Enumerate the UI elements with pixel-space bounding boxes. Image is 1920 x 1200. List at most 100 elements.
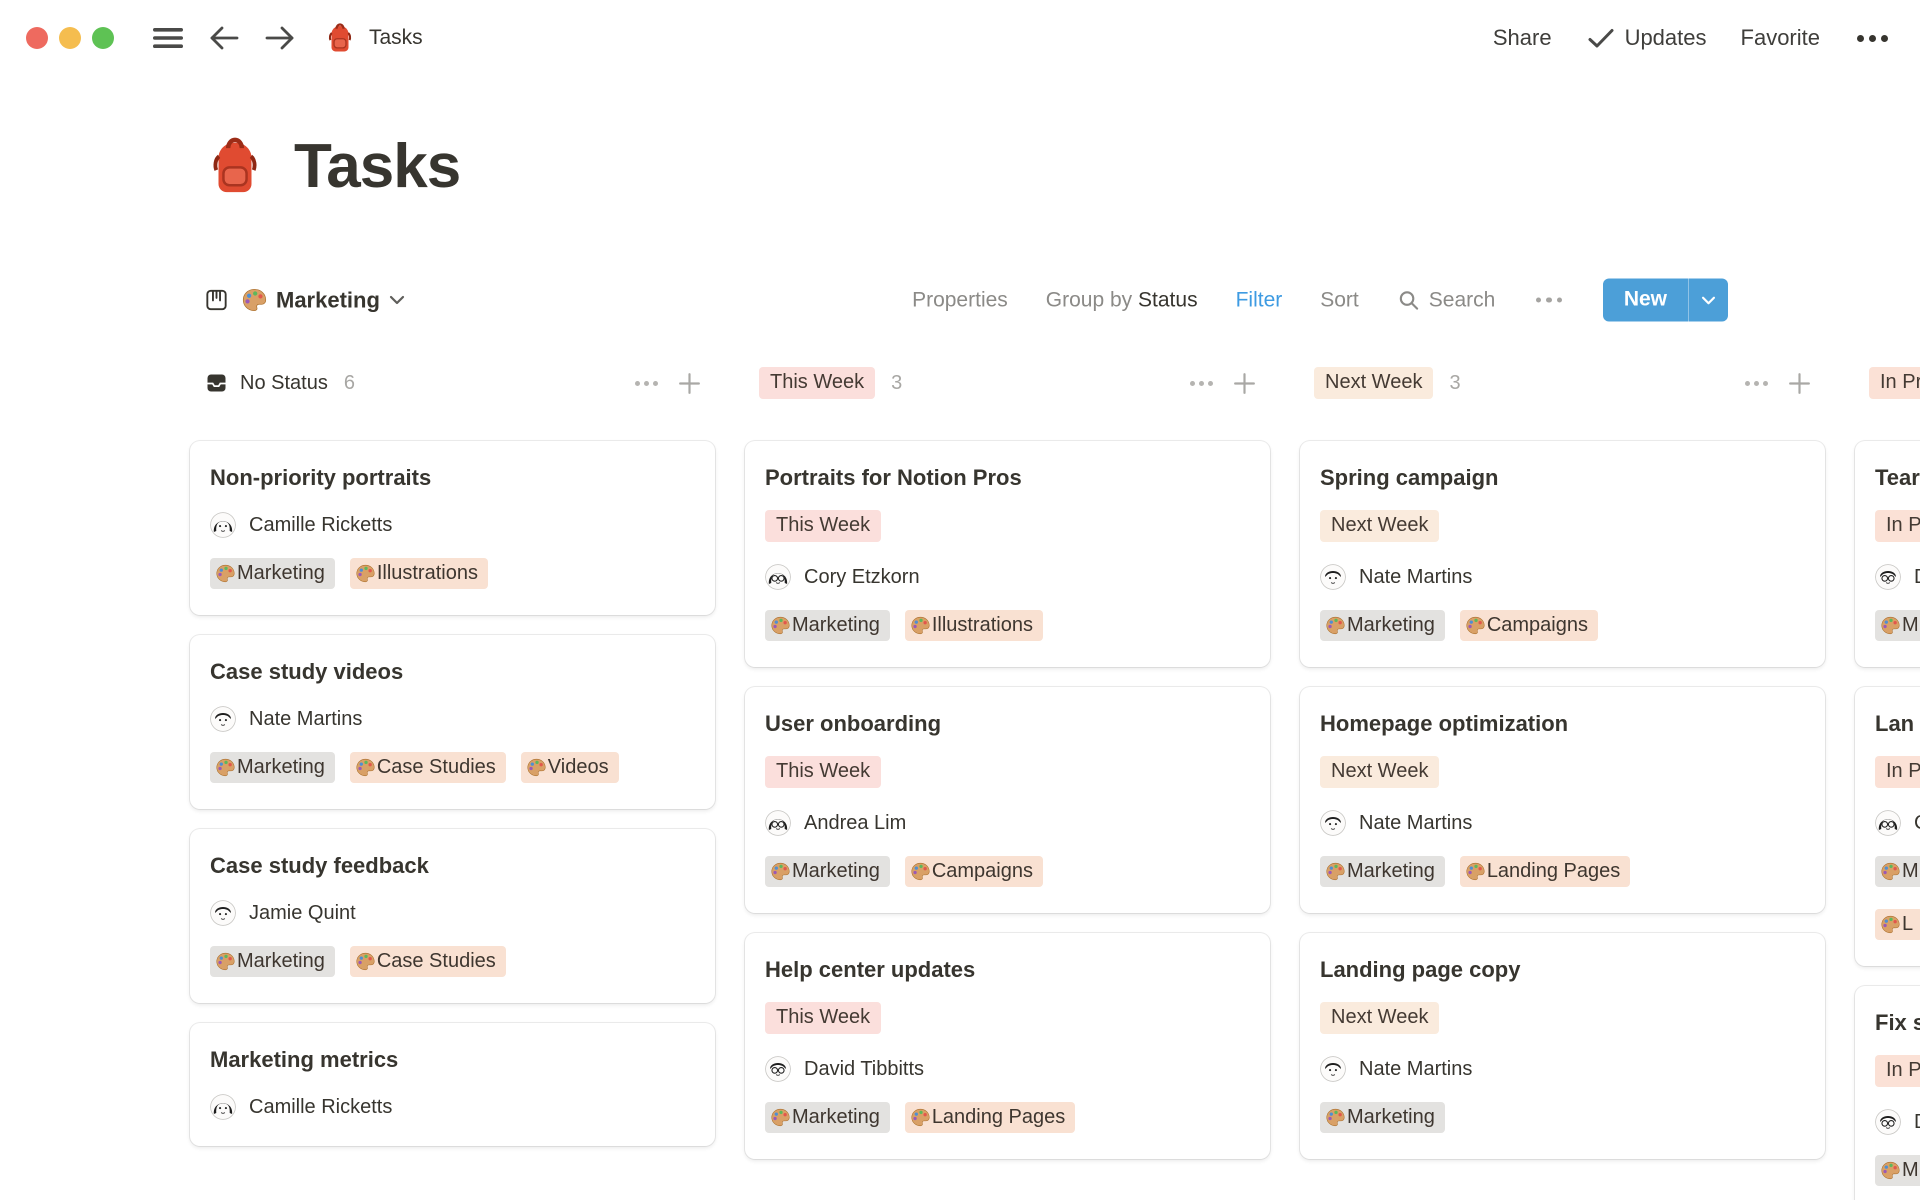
avatar [210,1094,236,1120]
board-card[interactable]: Fix sIn PDM [1855,986,1920,1200]
card-title: Marketing metrics [210,1047,695,1072]
view-selector[interactable]: Marketing [204,287,405,314]
sort-button[interactable]: Sort [1320,288,1359,312]
new-dropdown-chevron-icon[interactable] [1688,279,1728,322]
card-title: Portraits for Notion Pros [765,465,1250,490]
column-title-pill[interactable]: This Week [759,367,875,399]
avatar [210,706,236,732]
card-person-row: Camille Ricketts [210,512,695,538]
zoom-window-button[interactable] [92,27,114,49]
column-add-card-icon[interactable] [1231,370,1258,397]
group-by-button[interactable]: Group by Status [1046,288,1198,312]
column-title[interactable]: No Status [240,372,328,395]
card-title: Case study videos [210,659,695,684]
palette-icon [241,287,268,314]
kanban-board: No Status 6 Non-priority portraitsCamille … [0,363,1920,1200]
properties-button[interactable]: Properties [912,288,1008,312]
card-tags-row: MarketingLanding Pages [765,1102,1250,1133]
tag-label: Marketing [792,1106,880,1129]
minimize-window-button[interactable] [59,27,81,49]
board-card[interactable]: Spring campaignNext WeekNate MartinsMark… [1300,441,1825,667]
card-title: Fix s [1875,1010,1920,1035]
page-icon-backpack[interactable] [202,131,268,201]
tag-gray: M [1875,856,1920,887]
board-card[interactable]: Help center updatesThis WeekDavid Tibbit… [745,933,1270,1159]
share-button[interactable]: Share [1493,25,1552,51]
board-card[interactable]: TearIn PDM [1855,441,1920,667]
forward-arrow-icon[interactable] [263,23,297,53]
board-card[interactable]: Landing page copyNext WeekNate MartinsMa… [1300,933,1825,1159]
status-badge: In P [1875,756,1920,788]
avatar [1875,1109,1901,1135]
back-arrow-icon[interactable] [207,23,241,53]
person-name: Nate Martins [249,708,362,731]
card-person-row: Camille Ricketts [210,1094,695,1120]
column-more-icon[interactable] [633,381,660,386]
close-window-button[interactable] [26,27,48,49]
avatar [765,1056,791,1082]
filter-button[interactable]: Filter [1236,288,1283,312]
check-icon [1586,26,1616,50]
more-icon[interactable] [1854,35,1890,42]
breadcrumb-page-title[interactable]: Tasks [369,26,423,50]
tag-label: Landing Pages [1487,860,1620,883]
card-status-row: Next Week [1320,756,1805,788]
card-tags-row: MarketingIllustrations [210,558,695,589]
board-card[interactable]: Case study videosNate MartinsMarketingCa… [190,635,715,809]
tag-label: Illustrations [932,614,1033,637]
board-card[interactable]: Portraits for Notion ProsThis WeekCory E… [745,441,1270,667]
board-card[interactable]: LanIn PCML [1855,687,1920,966]
tag-gray: Marketing [210,946,335,977]
column-add-card-icon[interactable] [676,370,703,397]
tag-label: Marketing [237,950,325,973]
card-title: Spring campaign [1320,465,1805,490]
column-more-icon[interactable] [1743,381,1770,386]
tag-label: Campaigns [932,860,1033,883]
person-name: Andrea Lim [804,812,906,835]
page-title[interactable]: Tasks [294,131,460,202]
updates-button[interactable]: Updates [1586,25,1707,51]
person-name: Camille Ricketts [249,514,392,537]
search-button[interactable]: Search [1397,288,1496,312]
person-name: D [1914,566,1920,589]
card-person-row: Nate Martins [1320,1056,1805,1082]
column-count: 3 [891,372,902,395]
sidebar-toggle-icon[interactable] [151,25,185,51]
card-person-row: Nate Martins [210,706,695,732]
tag-gray: Marketing [1320,856,1445,887]
avatar [210,900,236,926]
column-count: 6 [344,372,355,395]
card-person-row: David Tibbitts [765,1056,1250,1082]
column-add-card-icon[interactable] [1786,370,1813,397]
card-title: Tear [1875,465,1920,490]
column-title-pill[interactable]: Next Week [1314,367,1433,399]
card-tags-row: MarketingIllustrations [765,610,1250,641]
status-badge: Next Week [1320,756,1439,788]
column-title-pill[interactable]: In Pr [1869,367,1920,399]
favorite-button[interactable]: Favorite [1741,25,1820,51]
board-card[interactable]: Non-priority portraitsCamille RickettsMa… [190,441,715,615]
person-name: Nate Martins [1359,812,1472,835]
column-header-this-week: This Week 3 [745,363,1270,403]
tag-label: Marketing [1347,860,1435,883]
window-topbar: Tasks Share Updates Favorite [0,0,1920,76]
board-card[interactable]: User onboardingThis WeekAndrea LimMarket… [745,687,1270,913]
view-name: Marketing [276,287,380,313]
board-card[interactable]: Case study feedbackJamie QuintMarketingC… [190,829,715,1003]
board-card[interactable]: Marketing metrics Camille Ricketts [190,1023,715,1146]
new-button[interactable]: New [1603,279,1728,322]
avatar [1875,564,1901,590]
card-person-row: Andrea Lim [765,810,1250,836]
board-view-icon [204,288,229,313]
view-more-icon[interactable] [1533,297,1565,303]
card-person-row: Cory Etzkorn [765,564,1250,590]
person-name: C [1914,812,1920,835]
tag-label: M [1902,1159,1919,1182]
board-card[interactable]: Homepage optimizationNext WeekNate Marti… [1300,687,1825,913]
avatar [765,810,791,836]
column-more-icon[interactable] [1188,381,1215,386]
tag-peach: Campaigns [1460,610,1598,641]
card-status-row: In P [1875,510,1920,542]
tag-label: Case Studies [377,950,496,973]
page-header: Tasks [202,120,1920,212]
